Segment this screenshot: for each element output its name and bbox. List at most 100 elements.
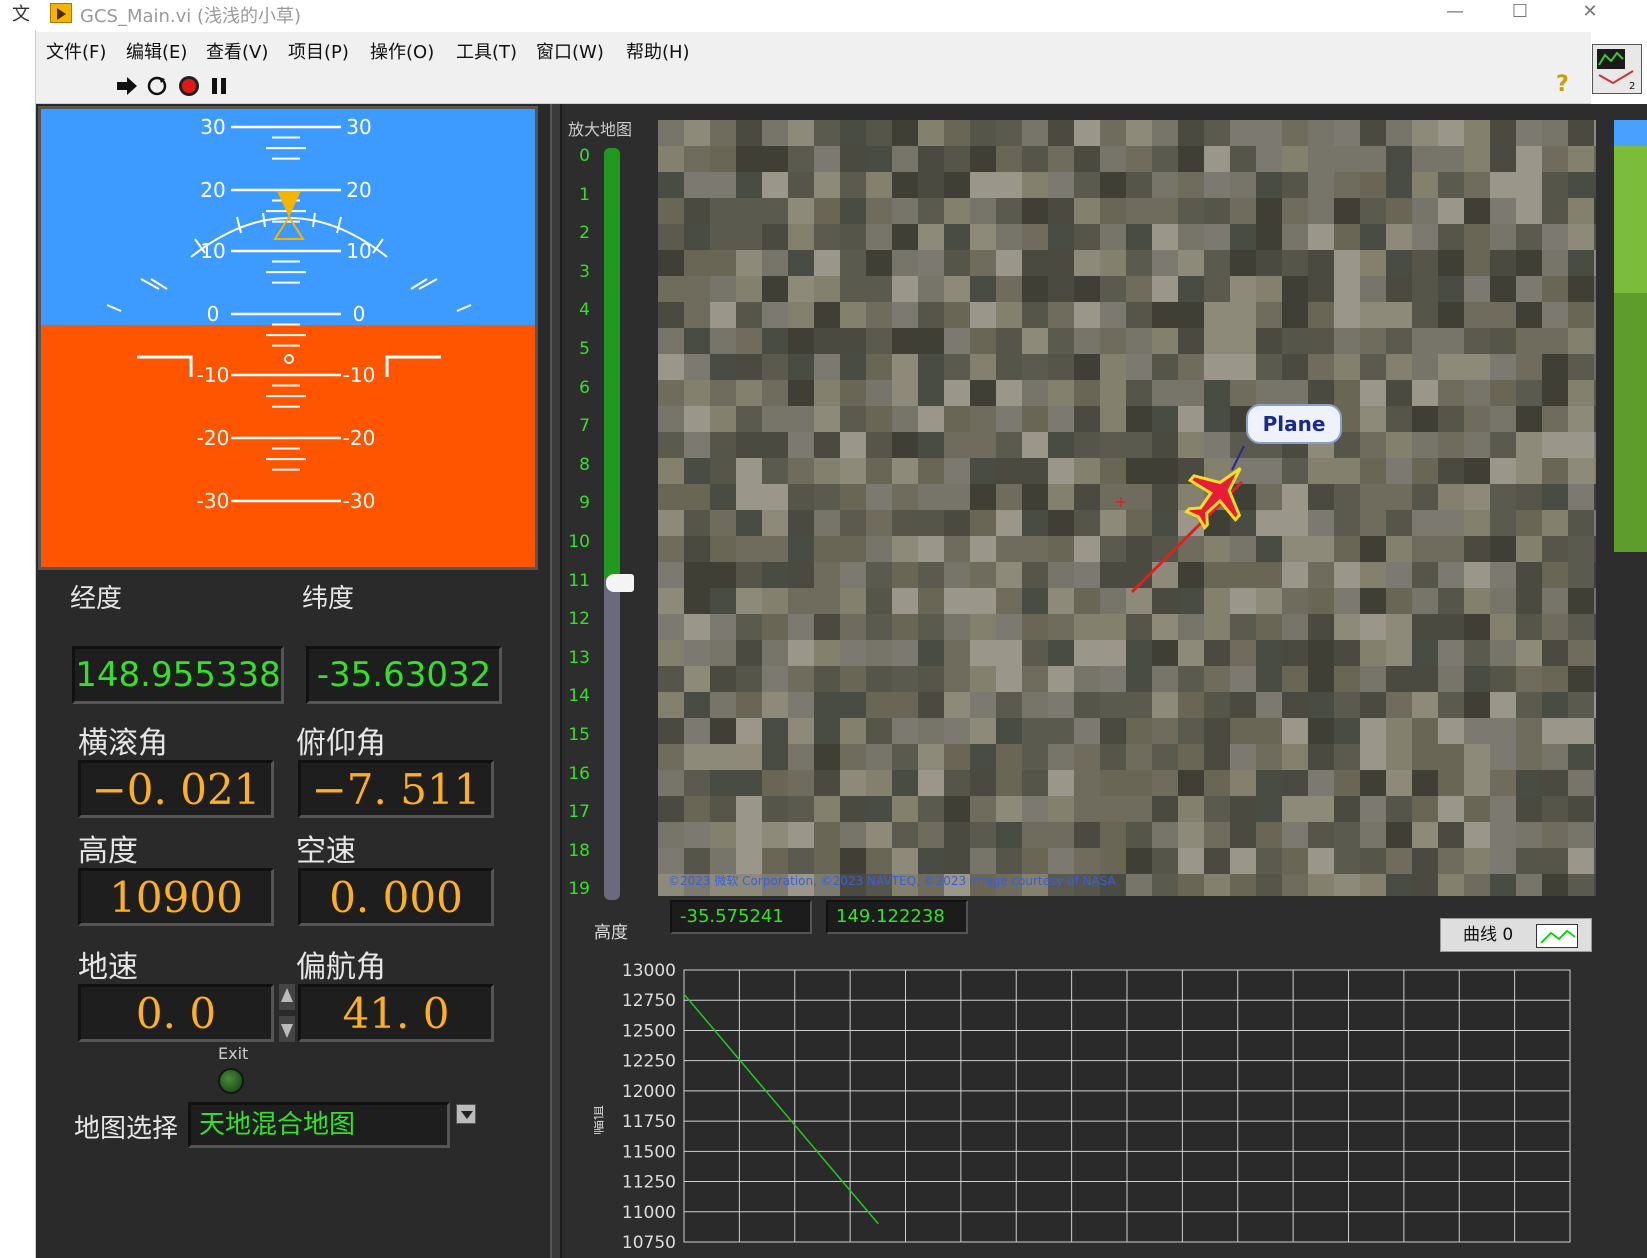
- heading-display: 41. 0: [298, 984, 494, 1042]
- vi-app-icon: [50, 3, 72, 23]
- menu-view[interactable]: 查看(V): [206, 38, 268, 64]
- zoom-tick-label: 19: [568, 879, 590, 900]
- pitch-label-left: 0: [207, 302, 220, 326]
- latitude-value: -35.63032: [316, 655, 492, 695]
- zoom-tick-label: 7: [579, 416, 590, 437]
- vi-connector-icon: 2: [1592, 44, 1642, 94]
- pitch-label-right: -30: [343, 489, 376, 513]
- ground-area: [41, 325, 535, 567]
- zoom-tick-label: 18: [568, 840, 590, 861]
- zoom-tick-label: 13: [568, 647, 590, 668]
- pitch-label-left: 30: [200, 115, 225, 139]
- pitch-display: −7. 511: [298, 760, 494, 818]
- altitude-label: 高度: [78, 834, 138, 869]
- zoom-slider-label: 放大地图: [568, 120, 633, 139]
- pause-icon: [212, 78, 226, 94]
- close-button[interactable]: ✕: [1560, 0, 1620, 28]
- chart-y-tick-label: 12000: [622, 1082, 676, 1102]
- zoom-tick-label: 11: [568, 570, 590, 591]
- stop-icon: [179, 76, 199, 96]
- run-button[interactable]: [114, 74, 140, 98]
- pause-button[interactable]: [206, 74, 232, 98]
- airspeed-value: 0. 000: [329, 872, 463, 922]
- menu-bar: 文件(F) 编辑(E) 查看(V) 项目(P) 操作(O) 工具(T) 窗口(W…: [36, 32, 1591, 68]
- marker-leader-line: [1231, 445, 1245, 471]
- background-window-strip: 文: [0, 4, 36, 1258]
- pitch-label-left: -20: [197, 426, 230, 450]
- menu-window[interactable]: 窗口(W): [536, 38, 604, 64]
- pitch-label: 俯仰角: [296, 726, 386, 761]
- map-select-label: 地图选择: [74, 1114, 179, 1144]
- chart-y-tick-label: 11500: [622, 1142, 676, 1162]
- chart-y-tick-label: 12750: [622, 991, 676, 1011]
- altitude-chart: 幅值 13000 12750 12500 12250 12000 11750 11500 11…: [594, 961, 1571, 1253]
- zoom-tick-label: 8: [579, 454, 590, 475]
- run-continuously-button[interactable]: [144, 74, 170, 98]
- altitude-display: 10900: [78, 868, 274, 926]
- attitude-display: 30 3020 2010 100 0-10 -10-20 -20-30 -30: [41, 109, 535, 567]
- chart-y-ticks: 13000 12750 12500 12250 12000 11750 11500 11250…: [622, 961, 676, 1253]
- menu-project[interactable]: 项目(P): [288, 38, 349, 64]
- zoom-tick-label: 16: [568, 763, 590, 784]
- dropdown-arrow-icon[interactable]: [456, 1104, 476, 1124]
- background-window-char: 文: [12, 4, 30, 25]
- groundspeed-value: 0. 0: [135, 988, 217, 1038]
- chart-ylabel: 幅值: [594, 1105, 606, 1135]
- longitude-label: 经度: [70, 584, 123, 614]
- current-lat-display: -35.575241: [670, 900, 812, 934]
- minimize-button[interactable]: —: [1425, 0, 1485, 28]
- airspeed-display: 0. 000: [298, 868, 494, 926]
- stepper-arrows-icon: [279, 984, 295, 1042]
- menu-operate[interactable]: 操作(O): [370, 38, 434, 64]
- pitch-label-right: -10: [343, 363, 376, 387]
- current-lon-display: 149.122238: [826, 900, 968, 934]
- pitch-label-right: 30: [346, 115, 371, 139]
- terrain-preview: [1614, 120, 1647, 552]
- run-continuously-icon: [147, 76, 167, 96]
- latitude-display: -35.63032: [306, 646, 502, 704]
- plane-icon: [1184, 467, 1242, 531]
- menu-file[interactable]: 文件(F): [46, 38, 106, 64]
- maximize-button[interactable]: ☐: [1490, 0, 1550, 28]
- groundspeed-label: 地速: [78, 950, 138, 985]
- zoom-slider-fill: [604, 148, 620, 578]
- context-help-button[interactable]: ?: [1556, 72, 1569, 97]
- legend-line-icon: [1536, 924, 1578, 948]
- chart-y-tick-label: 13000: [622, 961, 676, 981]
- splitter-bar[interactable]: [550, 104, 562, 1258]
- map-center-cross-icon: [1116, 497, 1126, 507]
- pitch-label-right: 20: [346, 178, 371, 202]
- longitude-value: 148.955338: [75, 655, 281, 695]
- groundspeed-display: 0. 0: [78, 984, 274, 1042]
- altitude-value: 10900: [109, 872, 243, 922]
- attitude-indicator: 30 30 20 20 10 10 0 0 -10 -10 -20 -20 -30 -30: [38, 106, 538, 570]
- pitch-label-left: -30: [197, 489, 230, 513]
- vi-badge: 2: [1629, 81, 1635, 92]
- zoom-tick-label: 4: [579, 300, 590, 321]
- zoom-tick-label: 3: [579, 261, 590, 282]
- zoom-tick-label: 17: [568, 802, 590, 823]
- map-copyright: ©2023 微软 Corporation, ©2023 NAVTEQ, ©202…: [668, 874, 1116, 888]
- plane-marker-label[interactable]: Plane: [1246, 404, 1342, 444]
- zoom-slider-thumb[interactable]: [606, 574, 634, 592]
- zoom-tick-label: 9: [579, 493, 590, 514]
- abort-button[interactable]: [176, 74, 202, 98]
- pitch-label-right: 0: [353, 302, 366, 326]
- groundspeed-stepper[interactable]: [278, 982, 296, 1044]
- window-title: GCS_Main.vi (浅浅的小草): [80, 6, 302, 27]
- chart-y-tick-label: 10750: [622, 1233, 676, 1253]
- roll-value: −0. 021: [91, 764, 261, 814]
- latitude-label: 纬度: [302, 584, 355, 614]
- exit-button[interactable]: [218, 1068, 244, 1094]
- heading-value: 41. 0: [342, 988, 450, 1038]
- zoom-tick-label: 2: [579, 223, 590, 244]
- chart-y-tick-label: 11750: [622, 1112, 676, 1132]
- menu-help[interactable]: 帮助(H): [626, 38, 690, 64]
- map-overlay: [1116, 445, 1245, 594]
- menu-tools[interactable]: 工具(T): [456, 38, 517, 64]
- zoom-tick-label: 6: [579, 377, 590, 398]
- zoom-tick-label: 1: [579, 184, 590, 205]
- menu-edit[interactable]: 编辑(E): [126, 38, 187, 64]
- zoom-tick-label: 14: [568, 686, 590, 707]
- map-select-dropdown[interactable]: 天地混合地图: [188, 1102, 450, 1148]
